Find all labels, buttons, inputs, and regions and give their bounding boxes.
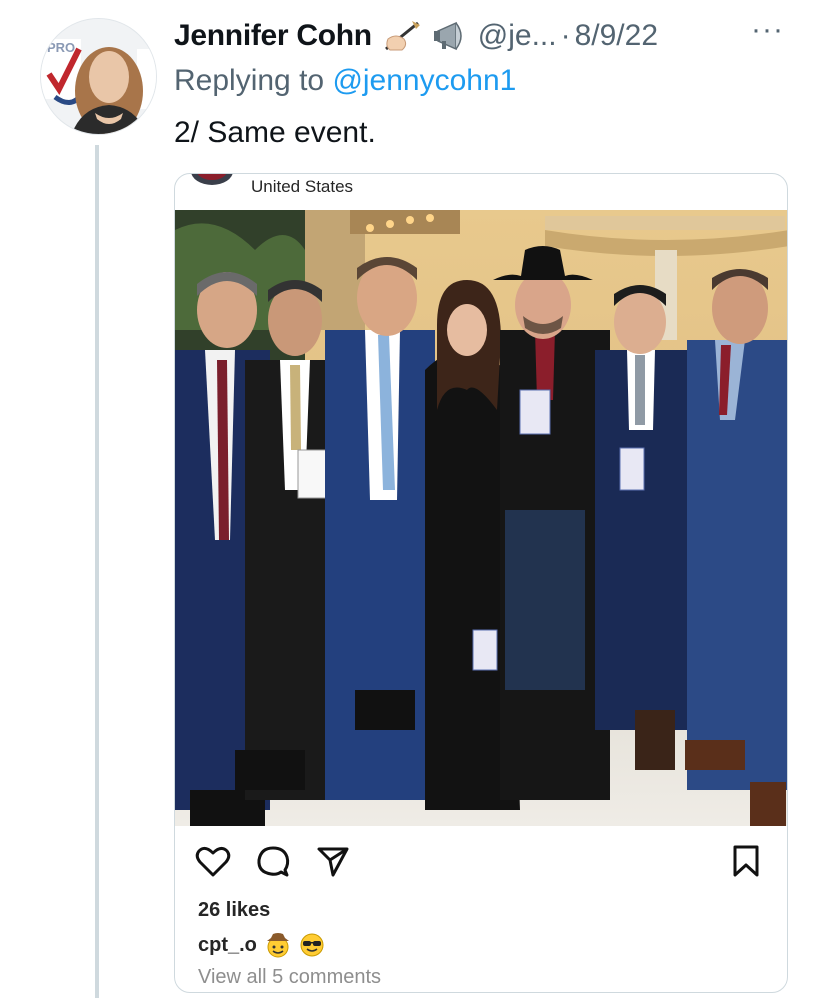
bookmark-icon[interactable] — [731, 844, 761, 878]
cowboy-face-icon — [265, 932, 291, 958]
heart-icon[interactable] — [195, 844, 231, 878]
more-options-icon[interactable]: ··· — [751, 15, 784, 45]
instagram-avatar — [191, 174, 233, 185]
author-handle[interactable]: @je... — [478, 19, 557, 53]
caption: cpt_.o — [198, 932, 325, 958]
writing-hand-icon — [382, 19, 422, 53]
person-6 — [595, 285, 695, 770]
thread-line — [95, 145, 99, 998]
caption-username[interactable]: cpt_.o — [198, 934, 257, 957]
svg-text:PRO: PRO — [47, 40, 75, 55]
event-group-photo — [175, 210, 787, 826]
replying-prefix: Replying to — [174, 64, 325, 97]
tweet-text: 2/ Same event. — [174, 116, 376, 149]
instagram-action-bar — [175, 826, 787, 896]
share-icon[interactable] — [315, 844, 351, 878]
person-3 — [325, 257, 435, 800]
view-comments-link[interactable]: View all 5 comments — [198, 966, 381, 989]
person-7 — [685, 269, 787, 826]
replying-mention-link[interactable]: @jennycohn1 — [332, 64, 516, 97]
likes-count[interactable]: 26 likes — [198, 899, 270, 922]
replying-to: Replying to @jennycohn1 — [174, 64, 516, 98]
embedded-instagram-image[interactable]: United States 26 likes cpt_.o View all 5… — [174, 173, 788, 993]
tweet-header: Jennifer Cohn @je... · 8/9/22 — [174, 14, 824, 58]
smiling-face-with-sunglasses-icon — [299, 932, 325, 958]
instagram-location[interactable]: United States — [251, 177, 353, 197]
megaphone-icon — [432, 19, 472, 53]
instagram-post-header: United States — [175, 174, 787, 210]
tweet-date[interactable]: 8/9/22 — [575, 19, 658, 53]
author-avatar[interactable]: PRO — [40, 18, 157, 135]
separator-dot: · — [560, 19, 571, 52]
author-name[interactable]: Jennifer Cohn — [174, 19, 372, 53]
comment-icon[interactable] — [255, 844, 291, 878]
